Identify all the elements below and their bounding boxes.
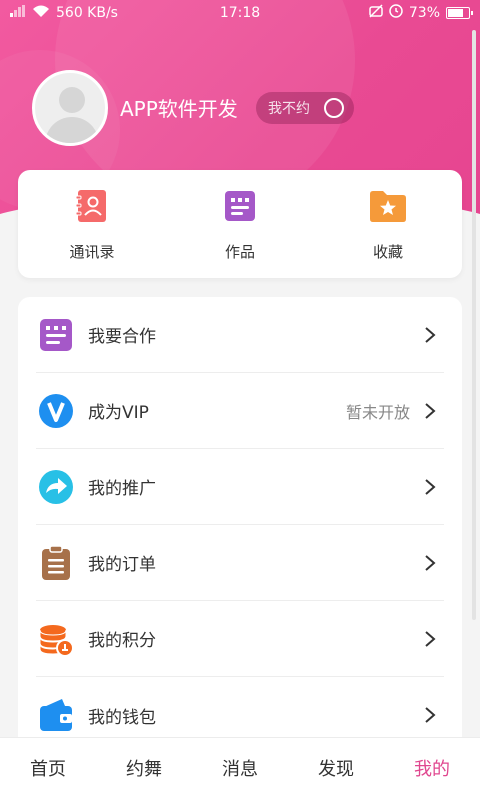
menu-item-label: 我的钱包 (88, 707, 156, 728)
toggle-knob (324, 98, 344, 118)
chevron-right-icon (425, 478, 436, 495)
battery-icon (446, 7, 473, 19)
menu-item-label: 成为VIP (88, 403, 149, 423)
tab-messages[interactable]: 消息 (192, 738, 288, 800)
orders-clipboard-icon (38, 544, 74, 581)
scrollbar[interactable] (472, 30, 476, 620)
contacts-icon (75, 189, 109, 227)
chevron-right-icon (425, 554, 436, 571)
quick-action-works[interactable]: 作品 (166, 170, 314, 278)
tab-dance[interactable]: 约舞 (96, 738, 192, 800)
promotion-share-icon (38, 469, 74, 505)
chevron-right-icon (425, 402, 436, 419)
bottom-navigation: 首页 约舞 消息 发现 我的 (0, 737, 480, 800)
network-speed: 560 KB/s (56, 5, 118, 21)
avatar[interactable] (32, 70, 108, 146)
wifi-icon (32, 4, 50, 22)
quick-action-label: 收藏 (372, 243, 403, 261)
profile-name: APP软件开发 (120, 97, 238, 121)
avatar-head (59, 87, 85, 113)
silent-icon (369, 4, 383, 22)
menu-item-promotion[interactable]: 我的推广 (36, 449, 444, 525)
status-bar: 560 KB/s 17:18 73% (0, 0, 480, 26)
favorites-folder-icon (369, 189, 407, 227)
quick-action-label: 作品 (224, 243, 255, 261)
alarm-icon (389, 4, 403, 22)
points-coins-icon (38, 621, 74, 657)
menu-item-label: 我的积分 (88, 631, 156, 651)
quick-action-contacts[interactable]: 通讯录 (18, 170, 166, 278)
tab-discover[interactable]: 发现 (288, 738, 384, 800)
cooperate-icon (38, 317, 74, 353)
tab-mine[interactable]: 我的 (384, 738, 480, 800)
menu-list-card: 我要合作 成为VIP 暂未开放 我的推广 我的订单 我的积分 我的钱包 (18, 297, 462, 747)
menu-item-points[interactable]: 我的积分 (36, 601, 444, 677)
chevron-right-icon (425, 630, 436, 647)
menu-item-label: 我的推广 (88, 479, 156, 499)
battery-percent: 73% (408, 5, 440, 21)
menu-item-label: 我要合作 (88, 327, 156, 347)
vip-icon (38, 393, 74, 429)
menu-item-orders[interactable]: 我的订单 (36, 525, 444, 601)
wallet-icon (38, 697, 74, 733)
menu-item-label: 我的订单 (88, 555, 156, 575)
avatar-body (45, 117, 99, 143)
menu-item-vip[interactable]: 成为VIP 暂未开放 (36, 373, 444, 449)
chevron-right-icon (425, 326, 436, 343)
tab-home[interactable]: 首页 (0, 738, 96, 800)
vip-status-text: 暂未开放 (345, 402, 410, 422)
chevron-right-icon (425, 707, 436, 723)
availability-toggle-label: 我不约 (268, 101, 310, 117)
quick-actions-card: 通讯录 作品 收藏 (18, 170, 462, 278)
signal-icon (10, 5, 26, 21)
quick-action-label: 通讯录 (69, 243, 115, 261)
menu-item-cooperate[interactable]: 我要合作 (36, 297, 444, 373)
works-icon (223, 189, 257, 227)
quick-action-favorites[interactable]: 收藏 (314, 170, 462, 278)
availability-toggle[interactable]: 我不约 (256, 92, 354, 124)
